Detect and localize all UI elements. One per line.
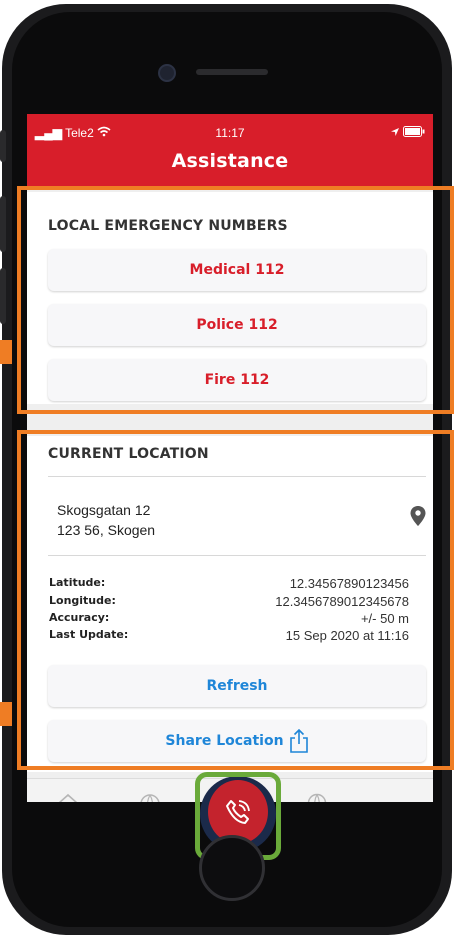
emergency-card-highlight <box>17 186 454 414</box>
home-button[interactable] <box>199 835 265 901</box>
app-header: ▂▄▆ Tele2 11:17 Assistance <box>27 114 433 186</box>
tab-info[interactable] <box>307 793 331 802</box>
volume-down-button <box>0 268 6 324</box>
earpiece-speaker <box>196 69 268 75</box>
more-icon <box>387 799 411 802</box>
front-camera <box>158 64 176 82</box>
emergency-marker <box>0 340 12 364</box>
status-right <box>390 126 425 140</box>
volume-up-button <box>0 196 6 252</box>
location-arrow-icon <box>390 126 403 140</box>
tab-alerts[interactable] <box>139 793 163 802</box>
mute-switch <box>0 130 6 162</box>
status-time: 11:17 <box>215 126 245 140</box>
tab-home[interactable] <box>57 793 79 802</box>
tab-more[interactable] <box>387 799 411 802</box>
location-marker <box>0 702 12 726</box>
battery-icon <box>403 126 425 140</box>
page-title: Assistance <box>171 150 289 172</box>
location-card-highlight <box>17 430 454 770</box>
